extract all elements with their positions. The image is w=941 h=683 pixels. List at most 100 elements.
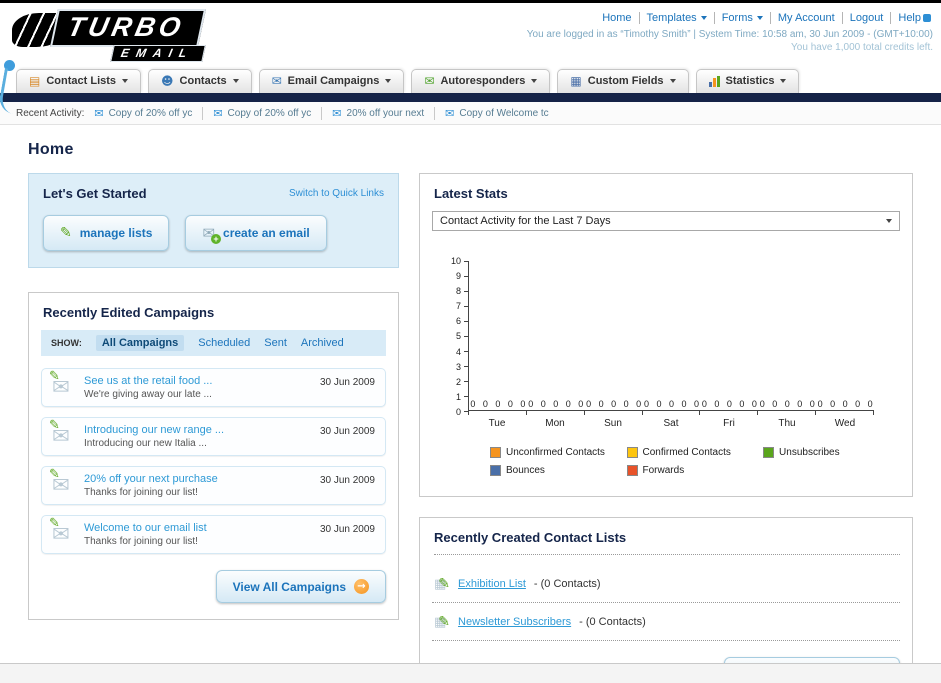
nav-link-logout[interactable]: Logout [850, 12, 884, 24]
bar [708, 81, 712, 87]
legend-label: Unsubscribes [779, 447, 840, 458]
legend-swatch [626, 465, 638, 476]
switch-quick-links-link[interactable]: Switch to Quick Links [289, 188, 384, 199]
campaign-text: Welcome to our email list Thanks for joi… [84, 522, 320, 547]
recent-activity-item[interactable]: ✉ Copy of 20% off yc [94, 106, 204, 120]
chevron-down-icon [780, 79, 787, 83]
manage-lists-button[interactable]: ✎ manage lists [43, 215, 170, 251]
tab-autoresponders[interactable]: ✉ Autoresponders [411, 69, 551, 93]
tab-custom-fields[interactable]: ▦ Custom Fields [557, 69, 689, 93]
view-all-campaigns-button[interactable]: View All Campaigns → [215, 570, 386, 603]
top-link-item: My Account [771, 12, 843, 24]
credits-info: You have 1,000 total credits left. [791, 42, 933, 53]
envelope-icon: ✉ [445, 106, 455, 120]
legend-label: Confirmed Contacts [642, 447, 731, 458]
filter-tab-archived[interactable]: Archived [301, 337, 344, 349]
nav-link-templates[interactable]: Templates [647, 12, 707, 24]
campaign-title-link[interactable]: See us at the retail food ... [84, 375, 320, 387]
contact-list-count: - (0 Contacts) [533, 577, 601, 590]
campaign-row: ✉ ✎ See us at the retail food ... We're g… [41, 368, 386, 407]
campaign-row: ✉ ✎ Introducing our new range ... Introdu… [41, 417, 386, 456]
chevron-down-icon [232, 79, 239, 83]
contact-list-count: - (0 Contacts) [579, 615, 646, 628]
envelope-icon: ✉ [332, 106, 342, 120]
chart-values: 0 0 0 0 0 [701, 399, 757, 409]
tab-contact-lists[interactable]: ▤ Contact Lists [16, 69, 142, 93]
x-axis-label: Sat [663, 418, 679, 429]
chart-plot: 0 0 0 0 00 0 0 0 00 0 0 0 00 0 0 0 00 0 … [468, 261, 874, 411]
contact-lists-icon: ▤ [29, 74, 41, 88]
pencil-icon: ✎ [49, 516, 60, 531]
campaign-subtitle: Thanks for joining our list! [84, 536, 198, 547]
legend-item: Unconfirmed Contacts [490, 447, 627, 458]
tab-label: Autoresponders [440, 75, 526, 87]
legend-label: Unconfirmed Contacts [506, 447, 605, 458]
latest-stats-title: Latest Stats [434, 186, 508, 201]
legend-item: Confirmed Contacts [626, 447, 764, 458]
pencil-icon: ✎ [49, 369, 60, 384]
turbo-email-logo: TURBO EMAIL [12, 9, 207, 63]
nav-link-home[interactable]: Home [602, 12, 631, 24]
bar [716, 75, 720, 87]
campaign-title-link[interactable]: 20% off your next purchase [84, 473, 320, 485]
top-link-item: Templates [640, 12, 715, 24]
legend-item: Unsubscribes [763, 447, 900, 458]
campaign-list: ✉ ✎ See us at the retail food ... We're g… [41, 368, 386, 554]
filter-tab-scheduled[interactable]: Scheduled [198, 337, 250, 349]
nav-link-forms[interactable]: Forms [722, 12, 763, 24]
pencil-icon: ✎ [60, 225, 72, 241]
tab-email-campaigns[interactable]: ✉ Email Campaigns [258, 69, 405, 93]
tab-statistics[interactable]: Statistics [695, 69, 800, 93]
campaign-date: 30 Jun 2009 [319, 426, 375, 437]
latest-stats-panel: Latest Stats Contact Activity for the La… [419, 173, 913, 497]
recent-activity-item[interactable]: ✉ 20% off your next [332, 106, 436, 120]
chart-values: 0 0 0 0 0 [586, 399, 642, 409]
contact-list-row: ▦✎ Newsletter Subscribers - (0 Contacts) [432, 603, 900, 641]
campaign-filter-tabs: SHOW: All Campaigns Scheduled Sent Archi… [41, 330, 386, 356]
contact-list-link[interactable]: Exhibition List [458, 578, 526, 590]
campaign-subtitle: We're giving away our late ... [84, 389, 212, 400]
create-email-label: create an email [223, 226, 310, 240]
pencil-icon: ✎ [438, 576, 451, 592]
tab-contacts[interactable]: ☻ Contacts [148, 69, 252, 93]
legend-swatch [490, 465, 501, 476]
filter-tab-all-campaigns[interactable]: All Campaigns [95, 335, 185, 351]
envelope-pencil-icon: ✉ ✎ [49, 467, 84, 497]
contact-lists-title: Recently Created Contact Lists [434, 530, 900, 555]
chart-day-group: 0 0 0 0 0 [643, 261, 701, 410]
recent-activity-text: Copy of 20% off yc [227, 107, 312, 119]
create-email-button[interactable]: ✉ + create an email [185, 215, 327, 251]
header-right: Home Templates Forms My Account Logout H… [527, 9, 933, 63]
contact-activity-chart: 10 9 8 7 6 5 4 3 2 1 0 0 0 0 0 00 0 0 0 00 0 0 0 0… [432, 256, 900, 429]
stats-period-select[interactable]: Contact Activity for the Last 7 Days [432, 211, 900, 231]
contacts-icon: ☻ [161, 74, 174, 88]
contact-list-link[interactable]: Newsletter Subscribers [458, 616, 571, 628]
filter-tab-sent[interactable]: Sent [264, 337, 287, 349]
nav-link-help[interactable]: Help [898, 12, 921, 24]
campaign-title-link[interactable]: Introducing our new range ... [84, 424, 320, 436]
x-axis-label: Tue [488, 418, 506, 429]
recent-activity-item[interactable]: ✉ Copy of 20% off yc [213, 106, 323, 120]
show-label: SHOW: [51, 338, 82, 348]
campaign-row: ✉ ✎ 20% off your next purchase Thanks for… [41, 466, 386, 505]
recent-activity-strip: Recent Activity: ✉ Copy of 20% off yc ✉ Co… [0, 102, 941, 125]
legend-label: Forwards [642, 465, 685, 476]
tab-label: Email Campaigns [287, 75, 380, 87]
left-column: Let's Get Started Switch to Quick Links … [28, 173, 399, 620]
campaign-title-link[interactable]: Welcome to our email list [84, 522, 320, 534]
recent-activity-text: Copy of 20% off yc [108, 107, 193, 119]
campaign-text: 20% off your next purchase Thanks for jo… [84, 473, 320, 498]
recent-activity-item[interactable]: ✉ Copy of Welcome tc [445, 107, 559, 120]
get-started-panel: Let's Get Started Switch to Quick Links … [28, 173, 399, 268]
nav-link-my-account[interactable]: My Account [778, 12, 835, 24]
chart-values: 0 0 0 0 0 [470, 399, 526, 409]
campaign-row: ✉ ✎ Welcome to our email list Thanks for … [41, 515, 386, 554]
arrow-icon: → [354, 579, 369, 594]
turbo-email-dashboard: TURBO EMAIL Home Templates Forms My Acco… [0, 0, 941, 683]
x-axis-label: Wed [834, 418, 856, 429]
tab-label: Custom Fields [587, 75, 664, 87]
help-icon[interactable] [923, 14, 931, 22]
envelope-pencil-icon: ✉ ✎ [49, 369, 84, 399]
tab-label: Contact Lists [46, 75, 117, 87]
recent-activity-text: Copy of Welcome tc [459, 107, 549, 119]
